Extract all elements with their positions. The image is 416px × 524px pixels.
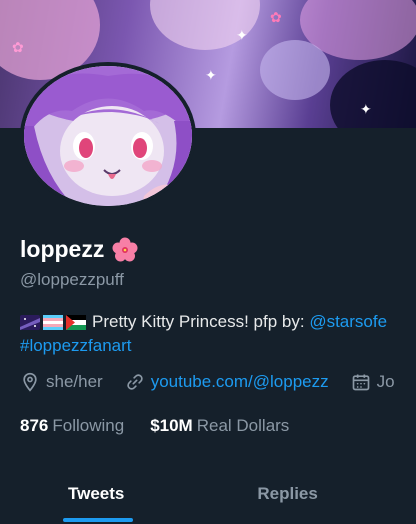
palestine-flag-icon [66, 315, 86, 330]
profile-handle: @loppezzpuff [20, 270, 124, 289]
sparkle-icon: ✿ [12, 39, 24, 55]
location-text: she/her [46, 372, 103, 391]
avatar-image [20, 62, 196, 210]
location-pin-icon [23, 372, 37, 392]
calendar-icon [352, 374, 369, 391]
banner-art-dark [330, 60, 416, 128]
active-tab-indicator [63, 518, 133, 522]
website-link[interactable]: youtube.com/@loppezz [151, 372, 329, 392]
bio-emoji-flags [20, 315, 86, 330]
display-name-row: loppezz [20, 236, 138, 263]
bio-text: Pretty Kitty Princess! pfp by: [92, 312, 310, 331]
avatar-illustration [24, 66, 192, 206]
profile-tabs: Tweets Replies [0, 470, 416, 524]
following-label: Following [52, 416, 125, 435]
following-stat[interactable]: 876 Following [20, 416, 124, 436]
sparkle-icon: ✦ [205, 67, 217, 83]
sparkle-icon: ✦ [360, 101, 372, 117]
tab-tweets[interactable]: Tweets [68, 470, 124, 524]
banner-art-bubble [260, 40, 330, 100]
bio-hashtag-link[interactable]: #loppezzfanart [20, 336, 132, 355]
joined-text: Jo [376, 372, 395, 391]
profile-stats: 876 Following $10M Real Dollars [20, 416, 315, 436]
tab-replies[interactable]: Replies [257, 470, 317, 524]
hibiscus-flower-icon [112, 237, 138, 261]
avatar[interactable] [20, 62, 196, 210]
display-name: loppezz [20, 236, 105, 262]
profile-bio: Pretty Kitty Princess! pfp by: @starsofe… [20, 310, 416, 358]
link-icon [127, 374, 143, 390]
bio-mention-link[interactable]: @starsofe [309, 312, 387, 331]
transgender-flag-icon [43, 315, 63, 330]
following-count: 876 [20, 416, 49, 435]
sparkle-icon: ✿ [270, 9, 282, 25]
meta-location: she/her [20, 372, 103, 392]
followers-count: $10M [150, 416, 193, 435]
sparkle-icon: ✦ [236, 27, 248, 43]
milky-way-emoji-icon [20, 315, 40, 330]
followers-stat[interactable]: $10M Real Dollars [150, 416, 289, 436]
meta-joined: Jo [351, 372, 395, 392]
profile-meta: she/her youtube.com/@loppezz Jo [20, 372, 416, 392]
meta-website: youtube.com/@loppezz [125, 372, 329, 392]
followers-label: Real Dollars [196, 416, 290, 435]
